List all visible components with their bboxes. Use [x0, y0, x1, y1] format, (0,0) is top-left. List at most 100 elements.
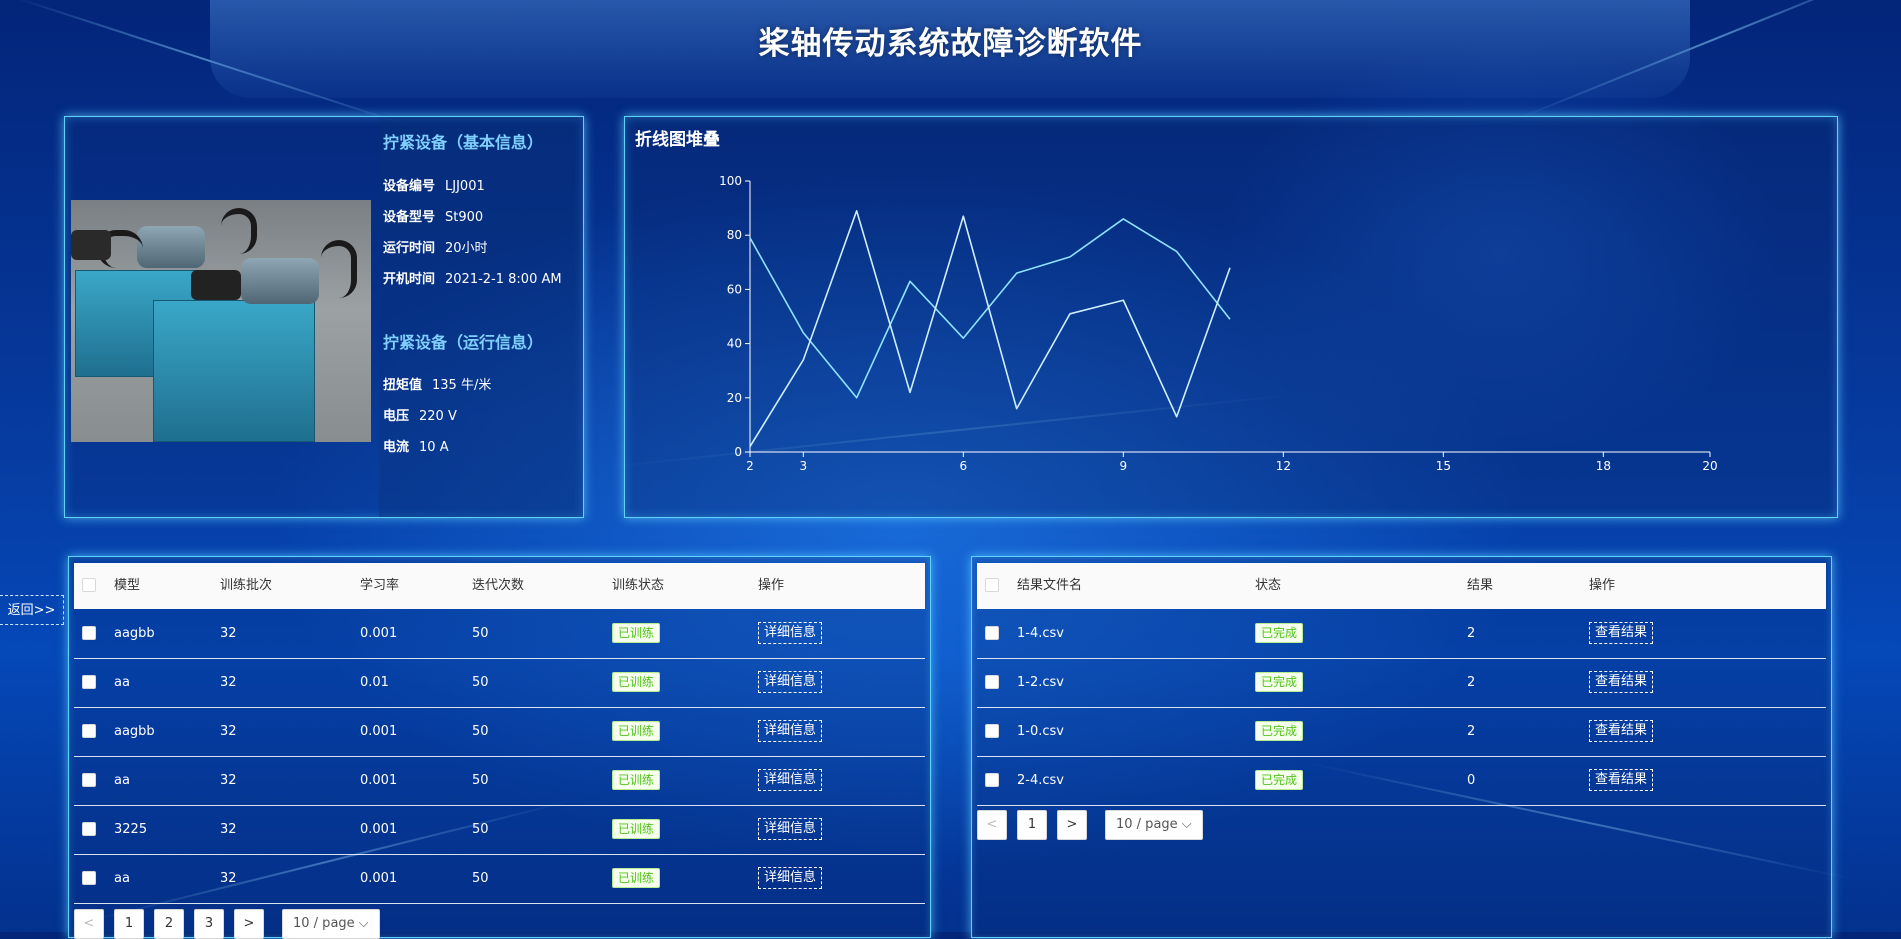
models-table-panel: 模型 训练批次 学习率 迭代次数 训练状态 操作 aagbb 32 0.001 50 已… — [68, 556, 931, 939]
x-tick-label: 6 — [960, 459, 968, 473]
next-page-button[interactable]: > — [1057, 810, 1087, 840]
field-run-time: 运行时间 20小时 — [383, 237, 488, 256]
field-label: 运行时间 — [383, 241, 436, 256]
result-file-name: 1-4.csv — [1017, 626, 1064, 641]
y-tick-label: 80 — [727, 228, 742, 242]
row-checkbox[interactable] — [82, 724, 96, 738]
col-header: 操作 — [758, 578, 785, 593]
field-value: 10 A — [419, 440, 449, 455]
field-current: 电流 10 A — [383, 436, 449, 455]
col-header: 训练批次 — [220, 578, 273, 593]
page-size-select[interactable]: 10 / page ⌵ — [282, 909, 380, 939]
field-label: 电流 — [383, 440, 410, 455]
row-checkbox[interactable] — [985, 773, 999, 787]
page-size-label: 10 / page — [293, 916, 355, 931]
iterations: 50 — [472, 675, 489, 690]
back-button[interactable]: 返回>> — [0, 595, 64, 625]
device-info-panel: 拧紧设备（基本信息） 设备编号 LJJ001 设备型号 St900 运行时间 20小时… — [64, 116, 584, 518]
field-device-id: 设备编号 LJJ001 — [383, 175, 485, 194]
select-all-checkbox[interactable] — [82, 578, 96, 592]
prev-page-button[interactable]: < — [977, 810, 1007, 840]
page-1-button[interactable]: 1 — [1017, 810, 1047, 840]
select-all-checkbox[interactable] — [985, 578, 999, 592]
table-row: aa 32 0.001 50 已训练 详细信息 — [74, 757, 925, 806]
status-badge: 已训练 — [612, 868, 661, 888]
page-3-button[interactable]: 3 — [194, 909, 224, 939]
row-checkbox[interactable] — [82, 626, 96, 640]
field-value: 220 V — [419, 409, 457, 424]
row-checkbox[interactable] — [82, 822, 96, 836]
next-page-button[interactable]: > — [234, 909, 264, 939]
col-header: 模型 — [114, 578, 141, 593]
x-tick-label: 20 — [1702, 459, 1717, 473]
result-value: 2 — [1467, 626, 1476, 641]
row-checkbox[interactable] — [82, 675, 96, 689]
models-table-header: 模型 训练批次 学习率 迭代次数 训练状态 操作 — [74, 563, 925, 609]
status-badge: 已训练 — [612, 721, 661, 741]
field-label: 设备型号 — [383, 210, 436, 225]
x-tick-label: 15 — [1436, 459, 1451, 473]
page-size-select[interactable]: 10 / page ⌵ — [1105, 810, 1203, 840]
learning-rate: 0.001 — [360, 773, 398, 788]
prev-page-button[interactable]: < — [74, 909, 104, 939]
col-header: 结果 — [1467, 578, 1494, 593]
table-row: aagbb 32 0.001 50 已训练 详细信息 — [74, 708, 925, 757]
iterations: 50 — [472, 773, 489, 788]
x-tick-label: 18 — [1596, 459, 1611, 473]
view-result-button[interactable]: 查看结果 — [1589, 622, 1654, 644]
model-name: 3225 — [114, 822, 148, 837]
view-result-button[interactable]: 查看结果 — [1589, 769, 1654, 791]
result-value: 0 — [1467, 773, 1476, 788]
detail-button[interactable]: 详细信息 — [758, 769, 823, 791]
model-name: aagbb — [114, 626, 155, 641]
detail-button[interactable]: 详细信息 — [758, 867, 823, 889]
detail-button[interactable]: 详细信息 — [758, 671, 823, 693]
row-checkbox[interactable] — [82, 871, 96, 885]
y-tick-label: 0 — [734, 445, 742, 459]
results-table-panel: 结果文件名 状态 结果 操作 1-4.csv 已完成 2 查看结果 1-2.csv 已完成… — [971, 556, 1832, 938]
row-checkbox[interactable] — [985, 675, 999, 689]
model-name: aagbb — [114, 724, 155, 739]
col-header: 训练状态 — [612, 578, 665, 593]
row-checkbox[interactable] — [985, 626, 999, 640]
table-row: aa 32 0.001 50 已训练 详细信息 — [74, 855, 925, 904]
learning-rate: 0.001 — [360, 724, 398, 739]
table-row: 1-2.csv 已完成 2 查看结果 — [977, 659, 1826, 708]
model-name: aa — [114, 675, 130, 690]
row-checkbox[interactable] — [985, 724, 999, 738]
detail-button[interactable]: 详细信息 — [758, 622, 823, 644]
status-badge: 已完成 — [1255, 623, 1304, 643]
detail-button[interactable]: 详细信息 — [758, 818, 823, 840]
basic-info-title: 拧紧设备（基本信息） — [383, 133, 544, 152]
detail-button[interactable]: 详细信息 — [758, 720, 823, 742]
field-label: 开机时间 — [383, 272, 436, 287]
iterations: 50 — [472, 871, 489, 886]
view-result-button[interactable]: 查看结果 — [1589, 720, 1654, 742]
table-row: 2-4.csv 已完成 0 查看结果 — [977, 757, 1826, 806]
col-header: 操作 — [1589, 578, 1616, 593]
field-label: 电压 — [383, 409, 410, 424]
y-tick-label: 100 — [719, 174, 742, 188]
train-batch: 32 — [220, 675, 237, 690]
field-value: 2021-2-1 8:00 AM — [445, 272, 562, 287]
field-label: 扭矩值 — [383, 378, 423, 393]
status-badge: 已训练 — [612, 819, 661, 839]
result-file-name: 1-2.csv — [1017, 675, 1064, 690]
chart-panel: 折线图堆叠 0 20 40 60 80 100 2 3 6 9 12 15 18 20 — [624, 116, 1838, 518]
result-file-name: 1-0.csv — [1017, 724, 1064, 739]
table-row: 1-4.csv 已完成 2 查看结果 — [977, 610, 1826, 659]
page-2-button[interactable]: 2 — [154, 909, 184, 939]
learning-rate: 0.001 — [360, 871, 398, 886]
result-value: 2 — [1467, 724, 1476, 739]
app-title: 桨轴传动系统故障诊断软件 — [758, 26, 1143, 62]
page-1-button[interactable]: 1 — [114, 909, 144, 939]
status-badge: 已训练 — [612, 623, 661, 643]
status-badge: 已训练 — [612, 770, 661, 790]
table-row: 1-0.csv 已完成 2 查看结果 — [977, 708, 1826, 757]
result-value: 2 — [1467, 675, 1476, 690]
view-result-button[interactable]: 查看结果 — [1589, 671, 1654, 693]
col-header: 结果文件名 — [1017, 578, 1083, 593]
model-name: aa — [114, 773, 130, 788]
x-tick-label: 3 — [800, 459, 808, 473]
row-checkbox[interactable] — [82, 773, 96, 787]
